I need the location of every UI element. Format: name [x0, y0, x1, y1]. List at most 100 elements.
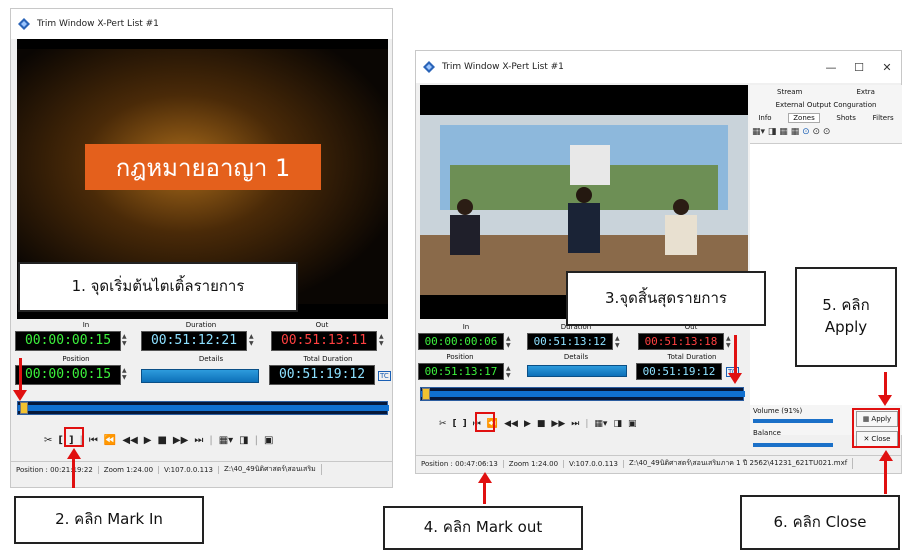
volume-label: Volume (91%)	[753, 407, 803, 415]
left-timeline[interactable]	[17, 401, 389, 415]
timeline-start-marker[interactable]	[20, 402, 28, 414]
timeline-start-marker[interactable]	[422, 388, 430, 400]
go-start-icon[interactable]: ⏮	[86, 435, 101, 446]
grid-icon[interactable]: ▦▾	[591, 419, 610, 429]
position-timecode[interactable]: 00:00:00:15	[15, 365, 121, 385]
status-position: Position : 00:47:06:13	[416, 459, 504, 468]
tab-info[interactable]: Info	[758, 114, 771, 122]
app-icon	[423, 61, 435, 73]
left-status-bar: Position : 00:21:19:22 Zoom 1:24.00 V:10…	[11, 461, 392, 477]
out-label: Out	[315, 321, 329, 329]
mark-out-highlight	[475, 412, 495, 432]
tab-shots[interactable]: Shots	[836, 114, 856, 122]
duration-timecode[interactable]: 00:51:13:12	[527, 333, 613, 350]
stop-icon[interactable]: ■	[534, 419, 549, 429]
zones-toolbar: ▦▾ ◨ ▦ ▦ ⊙ ⊙ ⊙	[752, 127, 902, 141]
details-bar	[527, 365, 627, 377]
total-duration-timecode: 00:51:19:12	[269, 365, 375, 385]
status-zoom: Zoom 1:24.00	[504, 459, 565, 468]
position-spinner[interactable]: ▲ ▼	[506, 365, 513, 379]
status-version: V:107.0.0.113	[159, 465, 219, 474]
tab-row-2: External Output Conguration	[750, 99, 902, 111]
arrow-step6	[884, 460, 887, 494]
play-icon[interactable]: ▶	[521, 419, 534, 429]
callout-step6: 6. คลิก Close	[740, 495, 900, 550]
in-spinner[interactable]: ▲ ▼	[122, 333, 129, 347]
left-video-title-text: กฎหมายอาญา 1	[115, 153, 291, 182]
out-spinner[interactable]: ▲ ▼	[379, 333, 386, 347]
go-end-icon[interactable]: ⏭	[191, 435, 206, 446]
zones-split-icon[interactable]: ◨	[768, 127, 777, 137]
rewind-icon[interactable]: ◀◀	[501, 419, 521, 429]
position-timecode[interactable]: 00:51:13:17	[418, 363, 504, 380]
save-icon[interactable]: ▣	[261, 435, 276, 446]
arrow-step3-head	[728, 373, 742, 384]
arrow-step3	[734, 335, 737, 375]
volume-slider[interactable]	[753, 419, 833, 423]
tab-row-3: Info Zones Shots Filters	[750, 111, 902, 125]
tab-external-output[interactable]: External Output Conguration	[776, 101, 877, 109]
minimize-button[interactable]: —	[817, 61, 845, 74]
tab-filters[interactable]: Filters	[873, 114, 894, 122]
split-icon[interactable]: ◨	[236, 435, 251, 446]
split-icon[interactable]: ◨	[610, 419, 625, 429]
zones-clock-in-icon[interactable]: ⊙	[813, 127, 821, 137]
duration-spinner[interactable]: ▲ ▼	[615, 335, 622, 349]
position-spinner[interactable]: ▲ ▼	[122, 367, 129, 381]
in-timecode[interactable]: 00:00:00:15	[15, 331, 121, 351]
out-timecode[interactable]: 00:51:13:18	[638, 333, 724, 350]
tab-zones[interactable]: Zones	[788, 113, 820, 123]
out-timecode[interactable]: 00:51:13:11	[271, 331, 377, 351]
balance-label: Balance	[753, 429, 781, 437]
go-end-icon[interactable]: ⏭	[568, 419, 582, 429]
tab-extra[interactable]: Extra	[856, 88, 874, 96]
callout-step2: 2. คลิก Mark In	[14, 496, 204, 544]
out-spinner[interactable]: ▲ ▼	[726, 335, 733, 349]
zones-clock-icon[interactable]: ⊙	[802, 127, 810, 137]
in-spinner[interactable]: ▲ ▼	[506, 335, 513, 349]
window-close-button[interactable]: ✕	[873, 61, 901, 74]
fast-forward-icon[interactable]: ▶▶	[548, 419, 568, 429]
fast-forward-icon[interactable]: ▶▶	[170, 435, 191, 446]
zones-add-icon[interactable]: ▦	[779, 127, 788, 137]
maximize-button[interactable]: ☐	[845, 61, 873, 74]
status-path: Z:\40_49นิติศาสตร์\สอนเสริมภาค 1 ปี 2562…	[624, 458, 854, 469]
mark-out-button[interactable]: ]	[460, 419, 470, 429]
callout-step5: 5. คลิก Apply	[795, 267, 897, 367]
balance-slider[interactable]	[753, 443, 833, 447]
duration-timecode[interactable]: 00:51:12:21	[141, 331, 247, 351]
in-label: In	[462, 323, 470, 331]
mark-in-button[interactable]: [	[450, 419, 460, 429]
zones-grid-icon[interactable]: ▦▾	[752, 127, 765, 137]
position-label: Position	[62, 355, 90, 363]
zones-remove-icon[interactable]: ▦	[791, 127, 800, 137]
app-icon	[18, 18, 30, 30]
status-position: Position : 00:21:19:22	[11, 465, 99, 474]
tab-stream[interactable]: Stream	[777, 88, 802, 96]
play-icon[interactable]: ▶	[141, 435, 155, 446]
total-duration-timecode: 00:51:19:12	[636, 363, 722, 380]
save-icon[interactable]: ▣	[625, 419, 640, 429]
apply-close-highlight	[852, 408, 900, 448]
grid-icon[interactable]: ▦▾	[216, 435, 236, 446]
arrow-step2	[72, 458, 75, 488]
cut-icon[interactable]: ✂	[436, 419, 450, 429]
right-status-bar: Position : 00:47:06:13 Zoom 1:24.00 V:10…	[416, 455, 901, 471]
left-window-title: Trim Window X-Pert List #1	[37, 19, 159, 29]
zones-clock-out-icon[interactable]: ⊙	[823, 127, 831, 137]
tc-badge[interactable]: TC	[378, 371, 391, 381]
status-zoom: Zoom 1:24.00	[99, 465, 160, 474]
cut-icon[interactable]: ✂	[41, 435, 55, 446]
details-label: Details	[563, 353, 589, 361]
total-duration-label: Total Duration	[303, 355, 353, 363]
in-timecode[interactable]: 00:00:00:06	[418, 333, 504, 350]
stop-icon[interactable]: ■	[154, 435, 169, 446]
duration-spinner[interactable]: ▲ ▼	[249, 333, 256, 347]
status-path: Z:\40_49นิติศาสตร์\สอนเสริม	[219, 464, 322, 475]
right-timeline[interactable]	[420, 387, 745, 401]
arrow-step4	[483, 482, 486, 504]
right-trim-window: Trim Window X-Pert List #1 — ☐ ✕ Stream …	[415, 50, 902, 474]
prev-frame-icon[interactable]: ⏪	[101, 435, 119, 446]
rewind-icon[interactable]: ◀◀	[119, 435, 140, 446]
callout-step3: 3.จุดสิ้นสุดรายการ	[566, 271, 766, 326]
